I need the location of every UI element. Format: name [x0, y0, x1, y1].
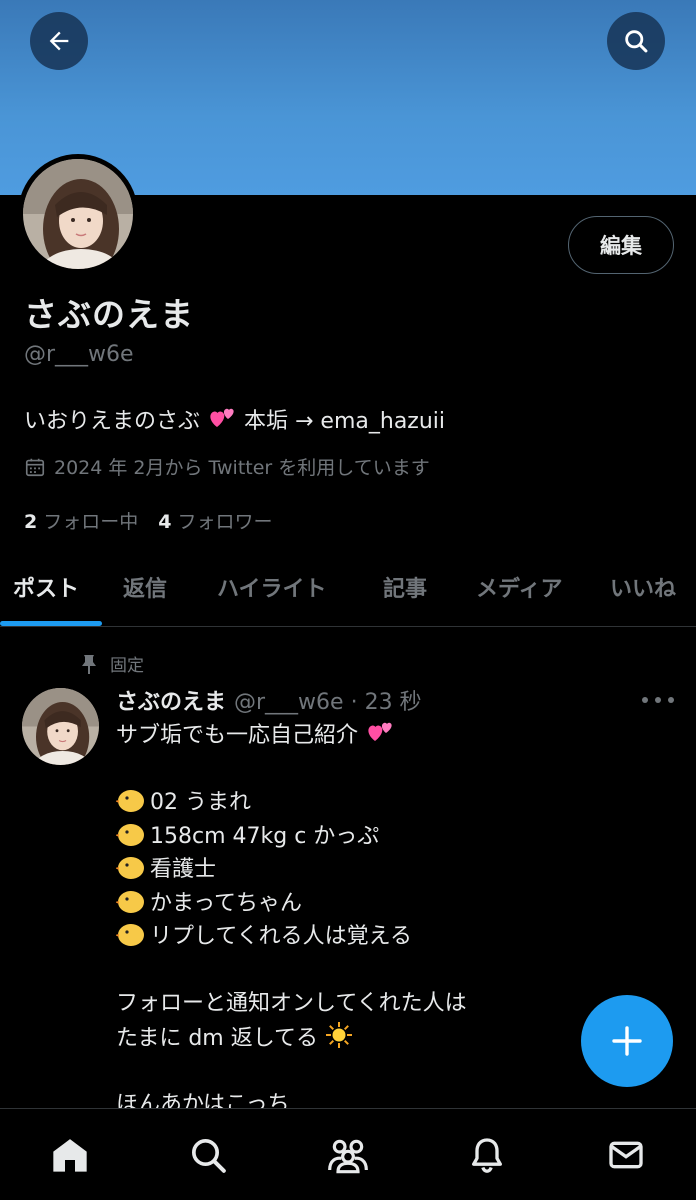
nav-communities[interactable]: [324, 1131, 372, 1179]
post-line: [116, 1054, 576, 1088]
post-line: たまに dm 返してる: [116, 1021, 576, 1055]
joined-text: 2024 年 2月から Twitter を利用しています: [54, 457, 430, 479]
post-line: フォローと通知オンしてくれた人は: [116, 987, 576, 1021]
avatar-photo: [23, 159, 133, 269]
bio-text: いおりえまのさぶ: [24, 409, 201, 434]
tab-replies[interactable]: 返信: [123, 571, 167, 603]
profile-avatar[interactable]: [18, 154, 138, 274]
post-line-text: フォローと通知オンしてくれた人は: [116, 991, 467, 1016]
more-options-button[interactable]: [642, 690, 674, 710]
home-icon: [53, 1139, 87, 1172]
post-line-text: サブ垢でも一応自己紹介: [116, 723, 359, 748]
user-handle: @r___w6e: [24, 342, 134, 367]
following-link[interactable]: 2 フォロー中: [24, 507, 138, 534]
tab-posts[interactable]: ポスト: [13, 571, 79, 603]
search-button[interactable]: [607, 12, 665, 70]
pin-icon: [82, 654, 96, 674]
arrow-left-icon: [49, 31, 69, 51]
tab-media[interactable]: メディア: [476, 571, 562, 603]
post-author-meta: @r___w6e · 23 秒: [234, 690, 422, 715]
post-line: かまってちゃん: [116, 887, 576, 921]
post-line-text: 02 うまれ: [150, 790, 251, 815]
post-line: サブ垢でも一応自己紹介: [116, 719, 576, 753]
followers-count: 4: [158, 511, 172, 533]
chick-icon: [116, 890, 144, 913]
calendar-icon: [25, 458, 45, 476]
communities-icon: [328, 1139, 368, 1174]
post-line-text: 看護士: [150, 857, 217, 882]
chick-icon: [116, 857, 144, 879]
chick-icon: [116, 790, 144, 812]
post-line-text: リプしてくれる人は覚える: [150, 924, 413, 949]
post-line-text: たまに dm 返してる: [116, 1025, 319, 1051]
nav-messages[interactable]: [602, 1131, 650, 1179]
followers-label: フォロワー: [177, 511, 273, 533]
following-count: 2: [24, 511, 38, 533]
display-name: さぶのえま: [24, 295, 194, 334]
nav-notifications[interactable]: [463, 1131, 511, 1179]
bio: いおりえまのさぶ 本垢 → ema_hazuii: [24, 403, 445, 435]
post-author-name[interactable]: さぶのえま: [116, 690, 226, 715]
back-button[interactable]: [30, 12, 88, 70]
post-line: 158cm 47kg c かっぷ: [116, 820, 576, 854]
profile-tabs: ポスト 返信 ハイライト 記事 メディア いいね: [0, 555, 696, 627]
bottom-navigation: [0, 1108, 696, 1200]
chick-icon: [116, 924, 144, 946]
sun-icon: [326, 1021, 353, 1048]
post-line: リプしてくれる人は覚える: [116, 920, 576, 954]
post-line: [116, 753, 576, 787]
dot-icon: [655, 697, 661, 703]
bio-suffix: 本垢 → ema_hazuii: [244, 409, 446, 434]
avatar-photo: [22, 688, 99, 765]
nav-search[interactable]: [184, 1131, 232, 1179]
dot-icon: [668, 697, 674, 703]
chick-icon: [116, 823, 144, 846]
joined-date: 2024 年 2月から Twitter を利用しています: [24, 453, 430, 480]
post-header: さぶのえま @r___w6e · 23 秒: [116, 684, 422, 716]
search-icon: [625, 30, 648, 53]
tab-highlights[interactable]: ハイライト: [217, 571, 327, 603]
pinned-label: 固定: [110, 656, 144, 676]
tab-articles[interactable]: 記事: [383, 571, 427, 603]
following-label: フォロー中: [43, 511, 139, 533]
follow-stats: 2 フォロー中 4 フォロワー: [24, 507, 273, 534]
active-tab-indicator: [0, 621, 102, 626]
two-hearts-icon: [368, 722, 392, 741]
bell-icon: [472, 1138, 502, 1173]
post-line: 看護士: [116, 853, 576, 887]
plus-icon: [612, 1026, 642, 1056]
search-icon: [192, 1139, 226, 1173]
compose-button[interactable]: [581, 995, 673, 1087]
edit-profile-button[interactable]: 編集: [568, 216, 674, 274]
post-line-text: かまってちゃん: [150, 890, 303, 916]
followers-link[interactable]: 4 フォロワー: [158, 507, 272, 534]
post-body: サブ垢でも一応自己紹介 02 うまれ 158cm 47kg c かっぷ 看護士 …: [116, 719, 576, 1121]
two-hearts-icon: [210, 408, 234, 427]
nav-home[interactable]: [46, 1131, 94, 1179]
tab-likes[interactable]: いいね: [610, 571, 676, 603]
post-line-text: 158cm 47kg c かっぷ: [150, 823, 380, 849]
post-line: 02 うまれ: [116, 786, 576, 820]
post-avatar[interactable]: [22, 688, 99, 765]
pinned-indicator: 固定: [80, 651, 144, 676]
mail-icon: [609, 1141, 643, 1169]
dot-icon: [642, 697, 648, 703]
post-line: [116, 954, 576, 988]
